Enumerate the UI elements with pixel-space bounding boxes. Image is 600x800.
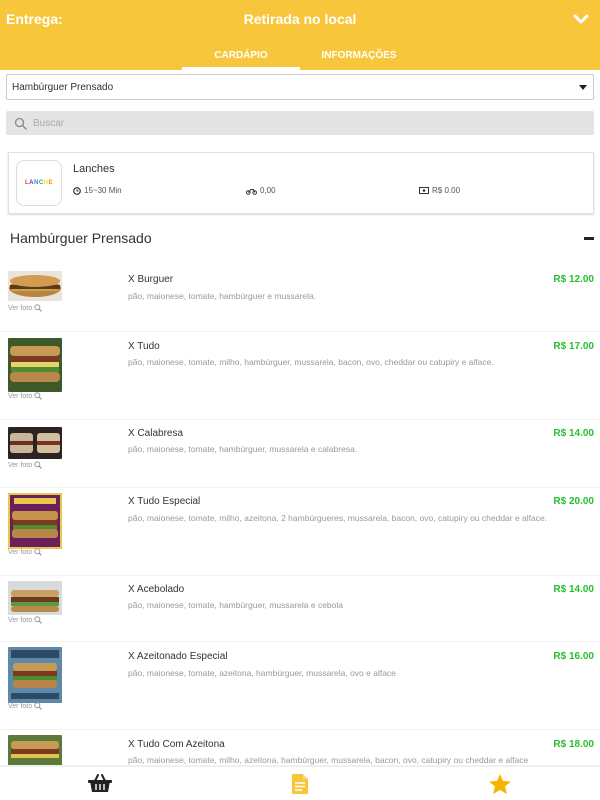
product-name: X Tudo Especial [128, 496, 201, 507]
product-item[interactable]: Ver foto X Acebolado pão, maionese, toma… [0, 576, 600, 642]
product-description: pão, maionese, tomate, milho, azeitona, … [128, 755, 529, 765]
see-photo-link[interactable]: Ver foto [8, 548, 43, 556]
product-name: X Azeitonado Especial [128, 651, 228, 662]
product-name: X Calabresa [128, 428, 184, 439]
product-photo[interactable] [8, 493, 62, 549]
delivery-time-text: 15~30 Min [84, 186, 122, 195]
product-price: R$ 14.00 [553, 584, 594, 595]
delivery-fee-text: 0,00 [260, 186, 276, 195]
see-photo-label: Ver foto [8, 702, 33, 710]
tab-menu[interactable]: CARDÁPIO [182, 50, 300, 70]
product-item[interactable]: Ver foto X Calabresa pão, maionese, toma… [0, 420, 600, 488]
zoom-icon [34, 304, 43, 312]
product-photo[interactable] [8, 581, 62, 615]
see-photo-label: Ver foto [8, 461, 33, 469]
product-photo[interactable] [8, 427, 62, 459]
product-price: R$ 20.00 [553, 496, 594, 507]
product-photo[interactable] [8, 271, 62, 301]
product-item[interactable]: Ver foto X Tudo pão, maionese, tomate, m… [0, 332, 600, 420]
product-photo[interactable] [8, 338, 62, 392]
see-photo-label: Ver foto [8, 548, 33, 556]
product-item[interactable]: Ver foto X Burguer pão, maionese, tomate… [0, 262, 600, 332]
basket-icon [88, 773, 112, 792]
store-logo-mark: LANCHE [24, 180, 54, 186]
product-name: X Tudo [128, 341, 160, 352]
see-photo-label: Ver foto [8, 392, 33, 400]
favorites-button[interactable] [400, 773, 600, 795]
product-name: X Acebolado [128, 584, 185, 595]
product-price: R$ 14.00 [553, 428, 594, 439]
see-photo-label: Ver foto [8, 304, 33, 312]
category-select-value: Hambúrguer Prensado [12, 81, 114, 93]
top-header: Entrega: Retirada no local CARDÁPIO INFO… [0, 0, 600, 70]
zoom-icon [34, 461, 43, 469]
product-item[interactable]: X Tudo Com Azeitona pão, maionese, tomat… [0, 730, 600, 766]
store-logo: LANCHE [16, 160, 62, 206]
see-photo-link[interactable]: Ver foto [8, 392, 43, 400]
product-price: R$ 17.00 [553, 341, 594, 352]
orders-button[interactable] [200, 773, 400, 795]
pickup-mode-label[interactable]: Retirada no local [244, 11, 357, 27]
zoom-icon [34, 702, 43, 710]
product-item[interactable]: Ver foto X Azeitonado Especial pão, maio… [0, 642, 600, 730]
product-price: R$ 16.00 [553, 651, 594, 662]
see-photo-link[interactable]: Ver foto [8, 461, 43, 469]
see-photo-link[interactable]: Ver foto [8, 616, 43, 624]
chevron-down-icon[interactable] [572, 10, 590, 28]
search-input[interactable] [33, 117, 533, 129]
tab-bar: CARDÁPIO INFORMAÇÕES [0, 38, 600, 70]
search-bar[interactable] [6, 111, 594, 135]
see-photo-link[interactable]: Ver foto [8, 702, 43, 710]
zoom-icon [34, 548, 43, 556]
product-description: pão, maionese, tomate, hambúrguer, mussa… [128, 444, 358, 454]
header-top-row: Entrega: Retirada no local [0, 0, 600, 38]
money-icon [419, 187, 429, 194]
see-photo-link[interactable]: Ver foto [8, 304, 43, 312]
motorcycle-icon [246, 188, 257, 195]
store-card[interactable]: LANCHE Lanches 15~30 Min 0,00 R$ 0.00 [8, 152, 594, 214]
product-description: pão, maionese, tomate, hambúrguer e muss… [128, 291, 317, 301]
tab-information[interactable]: INFORMAÇÕES [300, 50, 418, 70]
minimum-order: R$ 0.00 [419, 186, 460, 195]
minimum-order-text: R$ 0.00 [432, 186, 461, 195]
bottom-navigation [0, 766, 600, 800]
product-name: X Burguer [128, 274, 174, 285]
product-price: R$ 18.00 [553, 739, 594, 750]
delivery-fee: 0,00 [246, 186, 276, 195]
product-price: R$ 12.00 [553, 274, 594, 285]
product-item[interactable]: Ver foto X Tudo Especial pão, maionese, … [0, 488, 600, 576]
category-select[interactable]: Hambúrguer Prensado [6, 74, 594, 100]
product-description: pão, maionese, tomate, milho, azeitona, … [128, 513, 548, 523]
section-title: Hambúrguer Prensado [10, 230, 152, 246]
zoom-icon [34, 616, 43, 624]
product-name: X Tudo Com Azeitona [128, 739, 225, 750]
product-description: pão, maionese, tomate, milho, hambúrguer… [128, 357, 494, 367]
store-name: Lanches [73, 163, 115, 175]
document-icon [292, 773, 308, 794]
product-description: pão, maionese, tomate, azeitona, hambúrg… [128, 668, 396, 678]
cart-button[interactable] [0, 773, 200, 794]
product-description: pão, maionese, tomate, hambúrguer, mussa… [128, 600, 343, 610]
zoom-icon [34, 392, 43, 400]
delivery-time: 15~30 Min [73, 186, 122, 195]
dropdown-arrow-icon [579, 85, 587, 90]
collapse-section-button[interactable] [584, 237, 594, 240]
clock-icon [73, 186, 81, 195]
delivery-mode-label[interactable]: Entrega: [6, 11, 63, 27]
see-photo-label: Ver foto [8, 616, 33, 624]
star-icon [489, 773, 511, 794]
product-photo[interactable] [8, 647, 62, 703]
search-icon [14, 117, 27, 130]
product-photo[interactable] [8, 735, 62, 766]
